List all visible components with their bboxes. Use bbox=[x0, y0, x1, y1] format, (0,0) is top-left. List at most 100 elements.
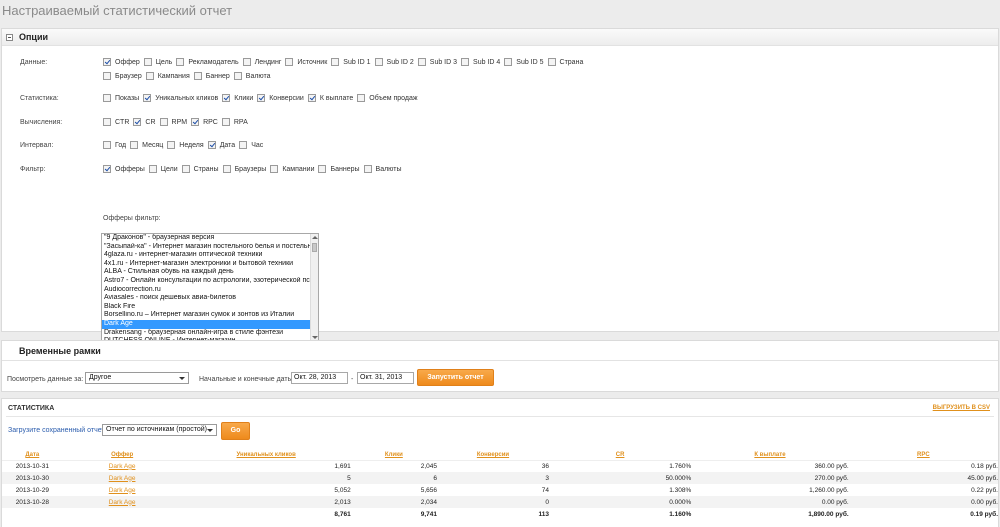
offer-option[interactable]: Audiocorrection.ru bbox=[102, 286, 310, 295]
checkbox-unchecked-icon[interactable] bbox=[374, 58, 383, 66]
checkbox-unchecked-icon[interactable] bbox=[331, 58, 340, 66]
offer-option[interactable]: ALBA - Стильная обувь на каждый день bbox=[102, 268, 310, 277]
option-checkbox[interactable]: Кампания bbox=[145, 72, 190, 80]
column-header[interactable]: Оффер bbox=[62, 450, 182, 461]
option-checkbox[interactable]: Sub ID 2 bbox=[374, 58, 414, 66]
checkbox-checked-icon[interactable] bbox=[207, 141, 216, 149]
option-checkbox[interactable]: Sub ID 5 bbox=[504, 58, 544, 66]
options-header[interactable]: Опции bbox=[2, 29, 998, 46]
checkbox-unchecked-icon[interactable] bbox=[318, 165, 327, 173]
option-checkbox[interactable]: Клики bbox=[222, 94, 253, 102]
column-header[interactable]: CR bbox=[548, 450, 692, 461]
export-csv-link[interactable]: ВЫГРУЗИТЬ В CSV bbox=[933, 405, 990, 411]
checkbox-unchecked-icon[interactable] bbox=[242, 58, 251, 66]
offer-option[interactable]: 4x1.ru - Интернет-магазин электроники и … bbox=[102, 260, 310, 269]
option-checkbox[interactable]: CR bbox=[133, 118, 156, 126]
checkbox-unchecked-icon[interactable] bbox=[143, 58, 152, 66]
offer-link[interactable]: Dark Age bbox=[109, 499, 136, 506]
option-checkbox[interactable]: Дата bbox=[207, 141, 235, 149]
checkbox-unchecked-icon[interactable] bbox=[357, 94, 366, 102]
option-checkbox[interactable]: Рекламодатель bbox=[176, 58, 239, 66]
scroll-down-icon[interactable] bbox=[312, 336, 318, 339]
option-checkbox[interactable]: Баннеры bbox=[318, 165, 360, 173]
option-checkbox[interactable]: Валюты bbox=[363, 165, 402, 173]
checkbox-unchecked-icon[interactable] bbox=[461, 58, 470, 66]
offer-option[interactable]: "9 Драконов" - браузерная версия bbox=[102, 234, 310, 243]
offer-option[interactable]: Drakensang - браузерная онлайн-игра в ст… bbox=[102, 329, 310, 338]
checkbox-unchecked-icon[interactable] bbox=[181, 165, 190, 173]
listbox-scrollbar[interactable] bbox=[310, 234, 318, 341]
option-checkbox[interactable]: Показы bbox=[103, 94, 139, 102]
option-checkbox[interactable]: Источник bbox=[285, 58, 327, 66]
option-checkbox[interactable]: Офферы bbox=[103, 165, 145, 173]
checkbox-unchecked-icon[interactable] bbox=[547, 58, 556, 66]
checkbox-checked-icon[interactable] bbox=[222, 94, 231, 102]
column-header[interactable]: Дата bbox=[2, 450, 63, 461]
option-checkbox[interactable]: Браузеры bbox=[222, 165, 266, 173]
scroll-thumb[interactable] bbox=[312, 243, 317, 252]
saved-report-select[interactable]: Отчет по источникам (простой) bbox=[102, 424, 217, 436]
checkbox-unchecked-icon[interactable] bbox=[176, 58, 185, 66]
option-checkbox[interactable]: RPA bbox=[221, 118, 248, 126]
checkbox-unchecked-icon[interactable] bbox=[222, 165, 231, 173]
option-checkbox[interactable]: Лендинг bbox=[242, 58, 281, 66]
checkbox-checked-icon[interactable] bbox=[307, 94, 316, 102]
offer-link[interactable]: Dark Age bbox=[109, 475, 136, 482]
option-checkbox[interactable]: Конверсии bbox=[257, 94, 304, 102]
offer-option[interactable]: 4glaza.ru - интернет-магазин оптической … bbox=[102, 251, 310, 260]
checkbox-checked-icon[interactable] bbox=[103, 165, 111, 173]
checkbox-unchecked-icon[interactable] bbox=[103, 72, 111, 80]
option-checkbox[interactable]: Sub ID 3 bbox=[417, 58, 457, 66]
checkbox-unchecked-icon[interactable] bbox=[193, 72, 202, 80]
offer-option[interactable]: Dark Age bbox=[102, 319, 310, 329]
option-checkbox[interactable]: Sub ID 1 bbox=[331, 58, 371, 66]
checkbox-checked-icon[interactable] bbox=[103, 58, 111, 66]
option-checkbox[interactable]: Страна bbox=[547, 58, 583, 66]
checkbox-checked-icon[interactable] bbox=[133, 118, 142, 126]
column-header[interactable]: Клики bbox=[350, 450, 437, 461]
option-checkbox[interactable]: Оффер bbox=[103, 58, 140, 66]
checkbox-unchecked-icon[interactable] bbox=[167, 141, 176, 149]
offer-link[interactable]: Dark Age bbox=[109, 487, 136, 494]
checkbox-unchecked-icon[interactable] bbox=[130, 141, 139, 149]
checkbox-unchecked-icon[interactable] bbox=[504, 58, 513, 66]
option-checkbox[interactable]: RPM bbox=[159, 118, 187, 126]
checkbox-unchecked-icon[interactable] bbox=[148, 165, 157, 173]
offer-option[interactable]: "Засыпай-ка" - Интернет магазин постельн… bbox=[102, 243, 310, 252]
collapse-icon[interactable] bbox=[6, 33, 13, 41]
option-checkbox[interactable]: Sub ID 4 bbox=[461, 58, 500, 66]
option-checkbox[interactable]: Страны bbox=[181, 165, 219, 173]
offers-filter-listbox[interactable]: "9 Драконов" - браузерная версия "Засыпай… bbox=[101, 233, 319, 342]
option-checkbox[interactable]: Валюта bbox=[233, 72, 271, 80]
offer-link[interactable]: Dark Age bbox=[109, 463, 136, 470]
checkbox-unchecked-icon[interactable] bbox=[103, 118, 111, 126]
option-checkbox[interactable]: Уникальных кликов bbox=[143, 94, 218, 102]
checkbox-checked-icon[interactable] bbox=[257, 94, 266, 102]
option-checkbox[interactable]: Цели bbox=[148, 165, 178, 173]
checkbox-unchecked-icon[interactable] bbox=[239, 141, 248, 149]
column-header[interactable]: К выплате bbox=[691, 450, 849, 461]
checkbox-unchecked-icon[interactable] bbox=[417, 58, 426, 66]
run-report-button[interactable]: Запустить отчет bbox=[417, 369, 494, 386]
checkbox-unchecked-icon[interactable] bbox=[145, 72, 154, 80]
option-checkbox[interactable]: Месяц bbox=[130, 141, 163, 149]
checkbox-unchecked-icon[interactable] bbox=[103, 141, 111, 149]
checkbox-unchecked-icon[interactable] bbox=[363, 165, 372, 173]
offer-option[interactable]: Black Fire bbox=[102, 303, 310, 312]
checkbox-unchecked-icon[interactable] bbox=[159, 118, 168, 126]
option-checkbox[interactable]: Неделя bbox=[167, 141, 204, 149]
option-checkbox[interactable]: Кампании bbox=[270, 165, 314, 173]
option-checkbox[interactable]: Браузер bbox=[103, 72, 142, 80]
checkbox-unchecked-icon[interactable] bbox=[233, 72, 242, 80]
offer-option[interactable]: Aviasales - поиск дешевых авиа-билетов bbox=[102, 294, 310, 303]
option-checkbox[interactable]: К выплате bbox=[307, 94, 353, 102]
option-checkbox[interactable]: RPC bbox=[191, 118, 218, 126]
end-date-input[interactable]: Окт. 31, 2013 bbox=[357, 372, 414, 384]
checkbox-checked-icon[interactable] bbox=[191, 118, 200, 126]
offer-option[interactable]: Astro7 - Онлайн консультации по астролог… bbox=[102, 277, 310, 286]
option-checkbox[interactable]: Час bbox=[239, 141, 263, 149]
option-checkbox[interactable]: Объем продаж bbox=[357, 94, 418, 102]
checkbox-unchecked-icon[interactable] bbox=[285, 58, 294, 66]
column-header[interactable]: Уникальных кликов bbox=[181, 450, 351, 461]
start-date-input[interactable]: Окт. 28, 2013 bbox=[291, 372, 348, 384]
